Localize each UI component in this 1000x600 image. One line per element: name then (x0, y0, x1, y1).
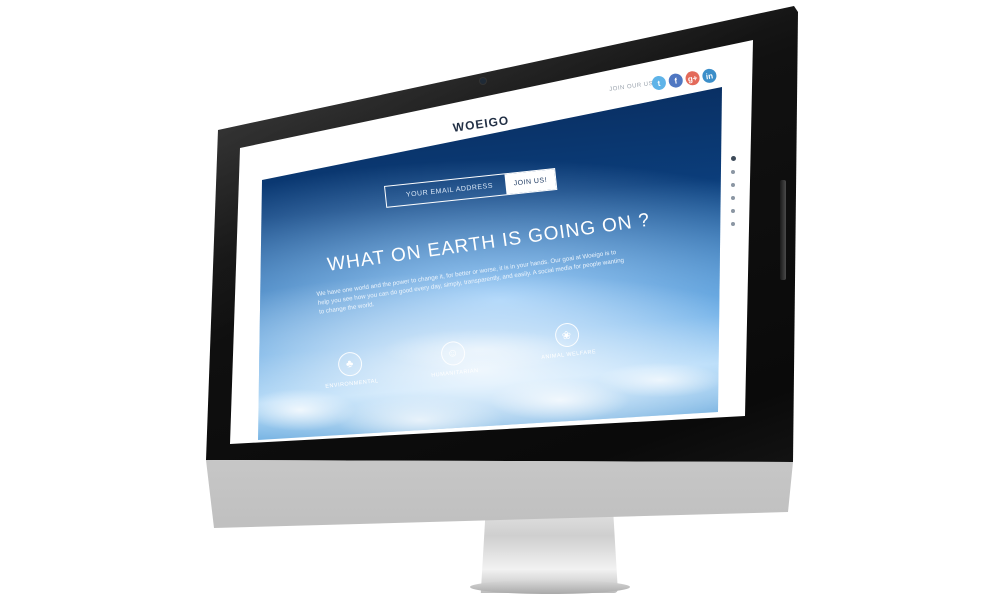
page-dots (731, 156, 736, 235)
category-animal-welfare[interactable]: ❀ ANIMAL WELFARE (538, 320, 596, 361)
page-dot[interactable] (731, 209, 735, 213)
facebook-icon[interactable]: f (667, 72, 684, 89)
webcam-icon (480, 78, 486, 84)
twitter-icon[interactable]: t (651, 75, 667, 91)
tree-icon: ♣ (336, 350, 364, 378)
monitor-stand-foot (470, 580, 630, 594)
join-button[interactable]: JOIN US! (504, 169, 557, 195)
category-humanitarian[interactable]: ☺ HUMANITARIAN (428, 339, 479, 379)
page-dot[interactable] (731, 196, 735, 200)
page-dot[interactable] (731, 156, 736, 161)
linkedin-icon[interactable]: in (701, 67, 718, 84)
person-icon: ☺ (439, 340, 467, 367)
page-dot[interactable] (731, 222, 735, 226)
monitor-side-buttons (780, 180, 786, 280)
category-environmental[interactable]: ♣ ENVIRONMENTAL (322, 349, 379, 390)
page-dot[interactable] (731, 183, 735, 187)
page-dot[interactable] (731, 170, 735, 174)
google-plus-icon[interactable]: g+ (684, 70, 701, 87)
paw-icon: ❀ (553, 321, 580, 349)
monitor: WOEIGO JOIN OUR US t f g+ in JOIN US! WH… (0, 0, 1000, 600)
